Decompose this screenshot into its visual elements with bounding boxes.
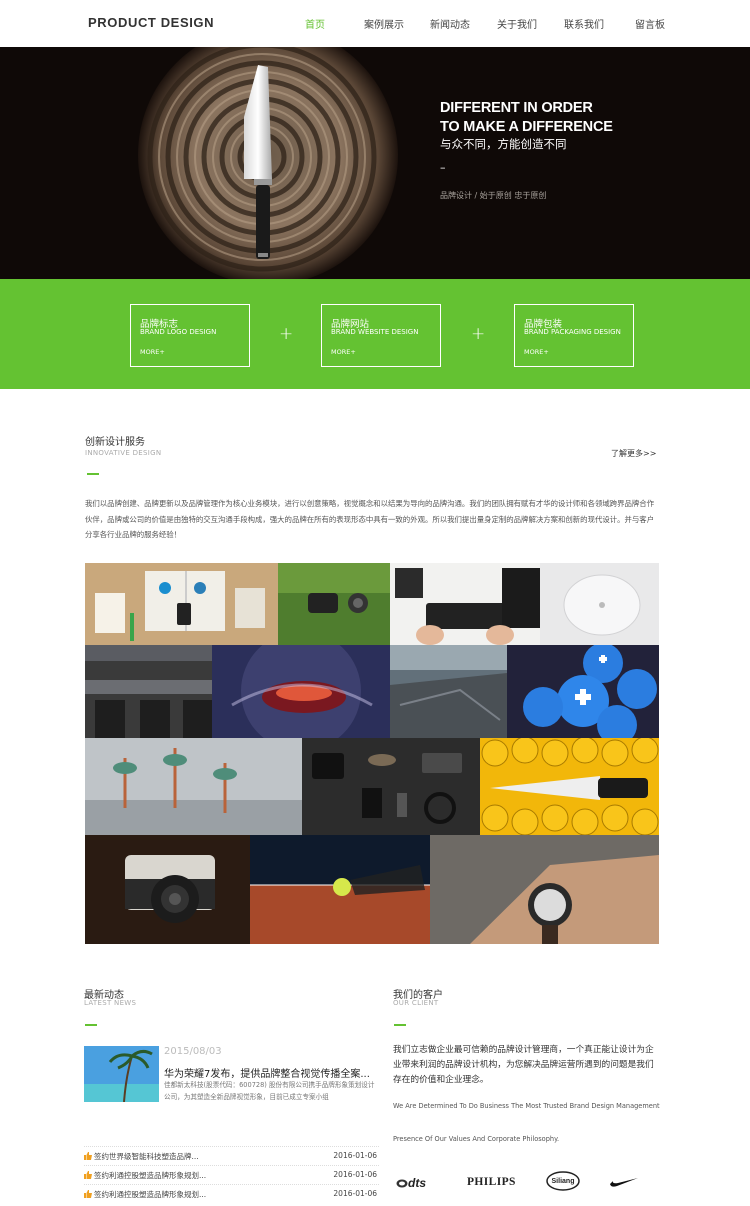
case-gallery [85, 563, 659, 944]
hero-headline-line2: TO MAKE A DIFFERENCE [440, 119, 613, 135]
client-description: 我们立志做企业最可信赖的品牌设计管理商，一个真正能让设计为企业带来利润的品牌设计… [393, 1045, 654, 1085]
gallery-tile-stationery[interactable] [85, 563, 278, 645]
service-card-website[interactable]: 品牌网站 BRAND WEBSITE DESIGN MORE+ [321, 304, 441, 367]
thumbs-up-icon [84, 1190, 92, 1198]
dts-mark-icon [396, 1179, 408, 1188]
thumbs-up-icon [84, 1171, 92, 1179]
section-subtitle-news: LATEST NEWS [84, 999, 137, 1007]
service-subtitle: BRAND WEBSITE DESIGN [331, 328, 419, 336]
camera-image [85, 835, 250, 944]
services-band: 品牌标志 BRAND LOGO DESIGN MORE+ + 品牌网站 BRAN… [0, 279, 750, 389]
news-list: 签约世界级智能科技塑造品牌... 2016-01-06 签约利通控股塑造品牌形象… [84, 1146, 379, 1203]
hero-divider: – [440, 161, 446, 174]
lamps-image [85, 738, 302, 835]
service-more-link[interactable]: MORE+ [524, 348, 549, 356]
news-item-date: 2016-01-06 [333, 1189, 377, 1198]
news-item-title: 签约利通控股塑造品牌形象规划... [94, 1190, 207, 1199]
plus-icon: + [279, 324, 294, 344]
gallery-tile-buttons[interactable] [507, 645, 659, 738]
header: PRODUCT DESIGN 首页 案例展示 新闻动态 关于我们 联系我们 留言… [0, 0, 750, 47]
service-subtitle: BRAND PACKAGING DESIGN [524, 328, 621, 336]
section-title-innovative: 创新设计服务 [85, 437, 145, 448]
main-nav: 首页 案例展示 新闻动态 关于我们 联系我们 留言板 [0, 16, 750, 32]
nav-cases[interactable]: 案例展示 [364, 16, 404, 31]
hero-headline: DIFFERENT IN ORDER TO MAKE A DIFFERENCE [440, 99, 613, 137]
service-subtitle: BRAND LOGO DESIGN [140, 328, 217, 336]
hall-image [85, 645, 212, 738]
stationery-image [85, 563, 278, 645]
nav-home[interactable]: 首页 [305, 16, 325, 31]
section-subtitle-innovative: INNOVATIVE DESIGN [85, 449, 162, 457]
client-logo-siliang-text: Siliang [552, 1178, 575, 1185]
gallery-tile-hall[interactable] [85, 645, 212, 738]
gallery-tile-lemons[interactable] [480, 738, 659, 835]
thumbs-up-icon [84, 1152, 92, 1160]
client-description-en-2: Presence Of Our Values And Corporate Phi… [393, 1135, 560, 1143]
section-subtitle-client: OUR CLIENT [393, 999, 439, 1007]
news-item-date: 2016-01-06 [333, 1170, 377, 1179]
hero-headline-line1: DIFFERENT IN ORDER [440, 100, 593, 116]
aerial-image [390, 645, 507, 738]
news-headline[interactable]: 华为荣耀7发布，提供品牌整合视觉传播全案... [164, 1065, 370, 1080]
service-more-link[interactable]: MORE+ [140, 348, 165, 356]
service-card-logo[interactable]: 品牌标志 BRAND LOGO DESIGN MORE+ [130, 304, 250, 367]
client-description-en: We Are Determined To Do Business The Mos… [393, 1102, 660, 1110]
nav-contact[interactable]: 联系我们 [564, 16, 604, 31]
buttons-image [507, 645, 659, 738]
client-logo-dts-text: dts [408, 1176, 426, 1190]
gallery-tile-lamps[interactable] [85, 738, 302, 835]
news-item-title: 签约利通控股塑造品牌形象规划... [94, 1171, 207, 1180]
beach-image [84, 1046, 159, 1102]
gallery-tile-grass[interactable] [278, 563, 390, 645]
hero-subtitle: 品牌设计 / 始于原创 忠于原创 [440, 191, 547, 200]
section-divider [87, 473, 99, 475]
section-divider [85, 1024, 97, 1026]
service-more-link[interactable]: MORE+ [331, 348, 356, 356]
client-logo-nike[interactable] [609, 1175, 639, 1193]
nike-swoosh-icon [610, 1178, 638, 1187]
list-item[interactable]: 签约利通控股塑造品牌形象规划... 2016-01-06 [84, 1184, 379, 1203]
plus-icon: + [471, 324, 486, 344]
gallery-tile-mouse[interactable] [540, 563, 659, 645]
service-card-packaging[interactable]: 品牌包装 BRAND PACKAGING DESIGN MORE+ [514, 304, 634, 367]
hero-image [0, 47, 750, 279]
flatlay-image [302, 738, 480, 835]
hero-banner: DIFFERENT IN ORDER TO MAKE A DIFFERENCE … [0, 47, 750, 279]
news-item-title: 签约世界级智能科技塑造品牌... [94, 1152, 199, 1161]
gallery-tile-aerial[interactable] [390, 645, 507, 738]
learn-more-link[interactable]: 了解更多>> [611, 448, 656, 459]
news-thumbnail[interactable] [84, 1046, 159, 1102]
gallery-tile-car[interactable] [212, 645, 390, 738]
list-item[interactable]: 签约利通控股塑造品牌形象规划... 2016-01-06 [84, 1165, 379, 1184]
gallery-tile-tennis[interactable] [250, 835, 430, 944]
keyboard-image [390, 563, 540, 645]
list-item[interactable]: 签约世界级智能科技塑造品牌... 2016-01-06 [84, 1146, 379, 1165]
nav-guestbook[interactable]: 留言板 [635, 16, 665, 31]
mouse-image [540, 563, 659, 645]
hero-headline-cn: 与众不同，方能创造不同 [440, 137, 567, 151]
tennis-image [250, 835, 430, 944]
intro-paragraph: 我们以品牌创建、品牌更新以及品牌管理作为核心业务模块，进行以创意策略，视觉概念和… [85, 499, 655, 539]
watch-image [430, 835, 659, 944]
nav-news[interactable]: 新闻动态 [430, 16, 470, 31]
news-item-date: 2016-01-06 [333, 1151, 377, 1160]
news-summary: 佳都新太科技(股票代码：600728) 股份有限公司携手品牌形象策划设计公司，为… [164, 1081, 375, 1101]
news-date: 2015/08/03 [164, 1046, 222, 1057]
nav-about[interactable]: 关于我们 [497, 16, 537, 31]
gallery-tile-flatlay[interactable] [302, 738, 480, 835]
section-divider [394, 1024, 406, 1026]
car-image [212, 645, 390, 738]
client-logo-philips[interactable]: PHILIPS [467, 1176, 516, 1188]
gallery-tile-watch[interactable] [430, 835, 659, 944]
gallery-tile-camera[interactable] [85, 835, 250, 944]
grass-image [278, 563, 390, 645]
client-logo-dts[interactable]: dts [396, 1176, 426, 1190]
gallery-tile-keyboard[interactable] [390, 563, 540, 645]
lemons-image [480, 738, 659, 835]
client-logo-siliang[interactable]: Siliang [546, 1171, 580, 1196]
siliang-badge-icon: Siliang [546, 1171, 580, 1191]
